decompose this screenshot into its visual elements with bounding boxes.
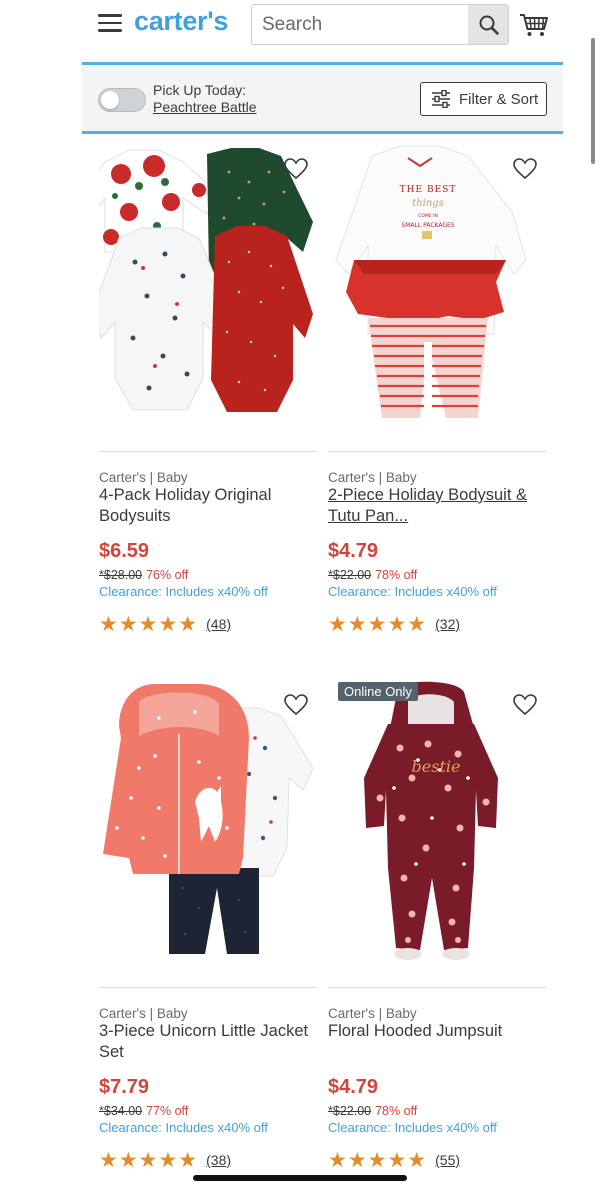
rating: ★★★★★ (32) — [328, 612, 460, 636]
rating: ★★★★★ (38) — [99, 1148, 231, 1172]
rating: ★★★★★ (55) — [328, 1148, 460, 1172]
star-rating-icon: ★★★★★ — [328, 1148, 428, 1172]
card-divider — [328, 987, 546, 988]
product-image[interactable]: bestie — [328, 678, 548, 978]
svg-text:COME IN: COME IN — [418, 213, 438, 219]
clearance-note: Clearance: Includes x40% off — [99, 1120, 268, 1135]
star-rating-icon: ★★★★★ — [99, 1148, 199, 1172]
discount-percent: 76% off — [146, 568, 189, 582]
product-brand: Carter's | Baby — [99, 470, 188, 485]
review-count-link[interactable]: (32) — [435, 616, 460, 632]
heart-icon[interactable] — [284, 158, 308, 180]
card-divider — [99, 987, 317, 988]
search-input[interactable] — [252, 5, 468, 44]
original-price: *$22.00 78% off — [328, 1104, 417, 1118]
clearance-note: Clearance: Includes x40% off — [328, 584, 497, 599]
star-rating-icon: ★★★★★ — [99, 612, 199, 636]
card-divider — [99, 451, 317, 452]
search-icon — [479, 15, 499, 35]
original-price: *$22.00 78% off — [328, 568, 417, 582]
svg-text:SMALL PACKAGES: SMALL PACKAGES — [401, 222, 454, 229]
product-name[interactable]: 2-Piece Holiday Bodysuit & Tutu Pan... — [328, 485, 546, 527]
original-price: *$34.00 77% off — [99, 1104, 188, 1118]
review-count-link[interactable]: (55) — [435, 1152, 460, 1168]
product-image[interactable]: THE BEST things COME IN SMALL PACKAGES — [328, 142, 548, 442]
carters-logo[interactable]: carter's — [134, 6, 228, 37]
card-divider — [328, 451, 546, 452]
product-brand: Carter's | Baby — [99, 1006, 188, 1021]
filter-sort-button[interactable]: Filter & Sort — [420, 82, 547, 116]
original-price: *$28.00 76% off — [99, 568, 188, 582]
review-count-link[interactable]: (38) — [206, 1152, 231, 1168]
scrollbar[interactable] — [591, 38, 595, 164]
svg-text:bestie: bestie — [412, 757, 461, 776]
discount-percent: 78% off — [375, 568, 418, 582]
product-price: $7.79 — [99, 1076, 150, 1098]
heart-icon[interactable] — [513, 694, 537, 716]
clearance-note: Clearance: Includes x40% off — [99, 584, 268, 599]
pickup-filter-bar: Pick Up Today: Peachtree Battle Filter &… — [82, 62, 563, 134]
clearance-note: Clearance: Includes x40% off — [328, 1120, 497, 1135]
star-rating-icon: ★★★★★ — [328, 612, 428, 636]
was-price: *$22.00 — [328, 568, 372, 582]
review-count-link[interactable]: (48) — [206, 616, 231, 632]
product-price: $6.59 — [99, 540, 150, 562]
pickup-store-link[interactable]: Peachtree Battle — [153, 99, 257, 116]
discount-percent: 78% off — [375, 1104, 418, 1118]
svg-text:THE BEST: THE BEST — [400, 185, 457, 195]
online-only-badge: Online Only — [338, 682, 418, 701]
product-brand: Carter's | Baby — [328, 470, 417, 485]
svg-text:things: things — [412, 198, 444, 209]
cart-icon[interactable] — [519, 12, 549, 38]
was-price: *$34.00 — [99, 1104, 143, 1118]
pickup-label: Pick Up Today: — [153, 82, 247, 98]
home-indicator[interactable] — [193, 1175, 407, 1181]
product-name[interactable]: 3-Piece Unicorn Little Jacket Set — [99, 1021, 317, 1063]
menu-icon[interactable] — [98, 14, 122, 34]
product-image[interactable] — [99, 678, 319, 978]
rating: ★★★★★ (48) — [99, 612, 231, 636]
was-price: *$28.00 — [99, 568, 143, 582]
product-price: $4.79 — [328, 540, 379, 562]
site-header: carter's — [0, 0, 600, 60]
discount-percent: 77% off — [146, 1104, 189, 1118]
sliders-icon — [432, 90, 450, 108]
search-button[interactable] — [468, 5, 508, 44]
product-name[interactable]: Floral Hooded Jumpsuit — [328, 1021, 546, 1042]
product-brand: Carter's | Baby — [328, 1006, 417, 1021]
product-name[interactable]: 4-Pack Holiday Original Bodysuits — [99, 485, 317, 527]
was-price: *$22.00 — [328, 1104, 372, 1118]
toggle-knob — [101, 91, 119, 109]
product-image[interactable] — [99, 142, 319, 442]
filter-sort-label: Filter & Sort — [459, 90, 539, 108]
search-box — [251, 4, 509, 45]
pickup-today-toggle[interactable] — [98, 88, 146, 112]
heart-icon[interactable] — [513, 158, 537, 180]
heart-icon[interactable] — [284, 694, 308, 716]
product-price: $4.79 — [328, 1076, 379, 1098]
